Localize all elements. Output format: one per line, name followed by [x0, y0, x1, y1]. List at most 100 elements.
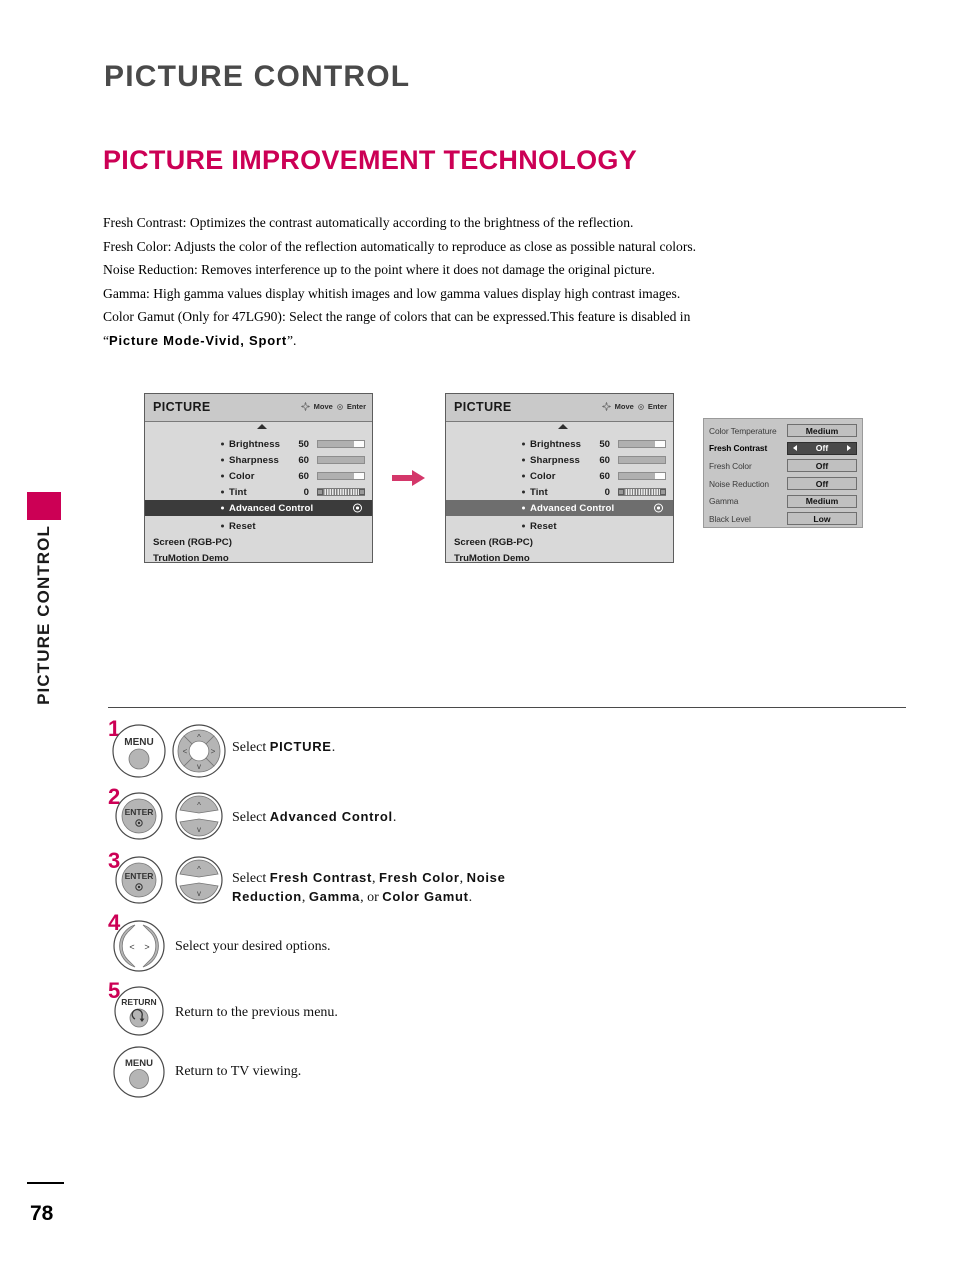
step-3-buttons: ENTER ^ v	[111, 855, 229, 905]
enter-dot-icon	[337, 403, 343, 410]
setting-value-noise-reduction[interactable]: Off	[787, 477, 857, 491]
osd-label-brightness: Brightness	[229, 438, 281, 450]
svg-text:RETURN: RETURN	[121, 997, 156, 1007]
osd-value-brightness: 50	[298, 438, 309, 450]
osd-row-brightness[interactable]: Brightness 50	[145, 436, 372, 452]
osd-body: Brightness 50 Sharpness 60 Color 60 Tint…	[446, 422, 673, 564]
osd-bar-tint[interactable]	[317, 488, 365, 496]
step-4-buttons: < >	[111, 918, 167, 974]
osd-row-sharpness[interactable]: Sharpness 60	[446, 452, 673, 468]
scroll-up-caret-icon	[558, 424, 568, 429]
osd-label-sharpness: Sharpness	[229, 454, 279, 466]
leftright-button-icon[interactable]: < >	[111, 918, 167, 974]
step-3-emphasis-4: Gamma	[308, 889, 361, 904]
setting-row-noise-reduction[interactable]: Noise Reduction Off	[709, 475, 857, 493]
quote-close: ”.	[287, 332, 297, 348]
desc-line-fresh-color: Fresh Color: Adjusts the color of the re…	[103, 238, 697, 254]
osd-label-tint: Tint	[229, 486, 247, 498]
svg-text:v: v	[197, 825, 201, 834]
osd-bar-tint[interactable]	[618, 488, 666, 496]
row-bullet-icon	[522, 442, 525, 446]
osd-bar-color[interactable]	[317, 472, 365, 480]
osd-title: PICTURE	[454, 400, 512, 414]
dpad-button-icon[interactable]: ^ v < >	[169, 723, 229, 779]
osd-value-sharpness: 60	[298, 454, 309, 466]
setting-row-color-temperature[interactable]: Color Temperature Medium	[709, 422, 857, 440]
osd-row-tint[interactable]: Tint 0	[446, 484, 673, 500]
osd-row-brightness[interactable]: Brightness 50	[446, 436, 673, 452]
osd-bar-sharpness[interactable]	[618, 456, 666, 464]
setting-row-fresh-contrast[interactable]: Fresh Contrast Off	[709, 440, 857, 458]
setting-label-noise-reduction: Noise Reduction	[709, 478, 769, 489]
menu-button-icon[interactable]: MENU	[111, 1044, 167, 1100]
osd-label-trumotion[interactable]: TruMotion Demo	[153, 553, 229, 564]
setting-label-fresh-color: Fresh Color	[709, 460, 752, 471]
row-bullet-icon	[221, 442, 224, 446]
updown-button-icon[interactable]: ^ v	[169, 855, 229, 905]
step-2-text: Select Advanced Control.	[232, 808, 396, 827]
step-3-sep-1: ,	[371, 871, 379, 886]
osd-row-advanced-control[interactable]: Advanced Control	[446, 500, 673, 516]
page-number-rule	[27, 1182, 64, 1184]
updown-button-icon[interactable]: ^ v	[169, 791, 229, 841]
enter-button-icon[interactable]: ENTER	[111, 791, 167, 841]
setting-label-gamma: Gamma	[709, 496, 739, 507]
svg-text:v: v	[197, 889, 201, 898]
step-1-text: Select PICTURE.	[232, 738, 335, 757]
osd-label-trumotion[interactable]: TruMotion Demo	[454, 553, 530, 564]
osd-bar-brightness[interactable]	[618, 440, 666, 448]
step-3-emphasis-2: Fresh Color	[378, 870, 460, 885]
dpad-move-icon	[300, 402, 310, 411]
row-bullet-icon	[522, 458, 525, 462]
osd-row-color[interactable]: Color 60	[145, 468, 372, 484]
osd-bar-color[interactable]	[618, 472, 666, 480]
step-1-emphasis: PICTURE	[269, 739, 332, 754]
desc-line-gamma: Gamma: High gamma values display whitish…	[103, 285, 681, 301]
osd-row-color[interactable]: Color 60	[446, 468, 673, 484]
step-6-buttons: MENU	[111, 1044, 167, 1100]
osd-label-color: Color	[229, 470, 255, 482]
osd-row-tint[interactable]: Tint 0	[145, 484, 372, 500]
row-bullet-icon	[522, 490, 525, 494]
osd-value-sharpness: 60	[599, 454, 610, 466]
setting-value-gamma[interactable]: Medium	[787, 494, 857, 508]
osd-label-screen[interactable]: Screen (RGB-PC)	[454, 537, 533, 548]
osd-row-reset[interactable]: Reset	[446, 518, 673, 534]
setting-value-text: Off	[815, 443, 829, 454]
setting-row-black-level[interactable]: Black Level Low	[709, 510, 857, 528]
advanced-control-settings-panel: Color Temperature Medium Fresh Contrast …	[703, 418, 863, 528]
osd-label-brightness: Brightness	[530, 438, 582, 450]
step-3-sep-4: , or	[360, 890, 383, 905]
section-divider	[108, 707, 906, 708]
osd-row-advanced-control[interactable]: Advanced Control	[145, 500, 372, 516]
osd-label-screen[interactable]: Screen (RGB-PC)	[153, 537, 232, 548]
osd-panel-picture-before: PICTURE Move Enter Brightness 50 Sharpne…	[144, 393, 373, 564]
setting-value-black-level[interactable]: Low	[787, 512, 857, 526]
row-bullet-icon	[522, 506, 525, 510]
side-tab-label: PICTURE CONTROL	[34, 525, 53, 705]
setting-value-fresh-contrast[interactable]: Off	[787, 441, 857, 455]
osd-row-sharpness[interactable]: Sharpness 60	[145, 452, 372, 468]
arrow-right-icon[interactable]	[847, 445, 851, 452]
return-button-icon[interactable]: RETURN	[111, 985, 167, 1037]
menu-button-icon[interactable]: MENU	[111, 723, 167, 779]
step-3-sep-2: ,	[459, 871, 467, 886]
osd-hints: Move Enter	[300, 402, 366, 411]
setting-row-fresh-color[interactable]: Fresh Color Off	[709, 457, 857, 475]
osd-bar-brightness[interactable]	[317, 440, 365, 448]
osd-bar-sharpness[interactable]	[317, 456, 365, 464]
setting-row-gamma[interactable]: Gamma Medium	[709, 492, 857, 510]
setting-value-fresh-color[interactable]: Off	[787, 459, 857, 473]
page-number: 78	[30, 1202, 54, 1225]
step-2-suffix: .	[392, 810, 397, 825]
setting-label-fresh-contrast: Fresh Contrast	[709, 443, 768, 454]
osd-hints: Move Enter	[601, 402, 667, 411]
enter-button-icon[interactable]: ENTER	[111, 855, 167, 905]
setting-value-color-temperature[interactable]: Medium	[787, 424, 857, 438]
enter-dot-icon	[638, 403, 644, 410]
arrow-left-icon[interactable]	[793, 445, 797, 452]
step-2-buttons: ENTER ^ v	[111, 791, 229, 841]
picture-mode-emphasis: Picture Mode-Vivid, Sport	[109, 332, 287, 348]
step-2-prefix: Select	[232, 810, 270, 825]
osd-row-reset[interactable]: Reset	[145, 518, 372, 534]
